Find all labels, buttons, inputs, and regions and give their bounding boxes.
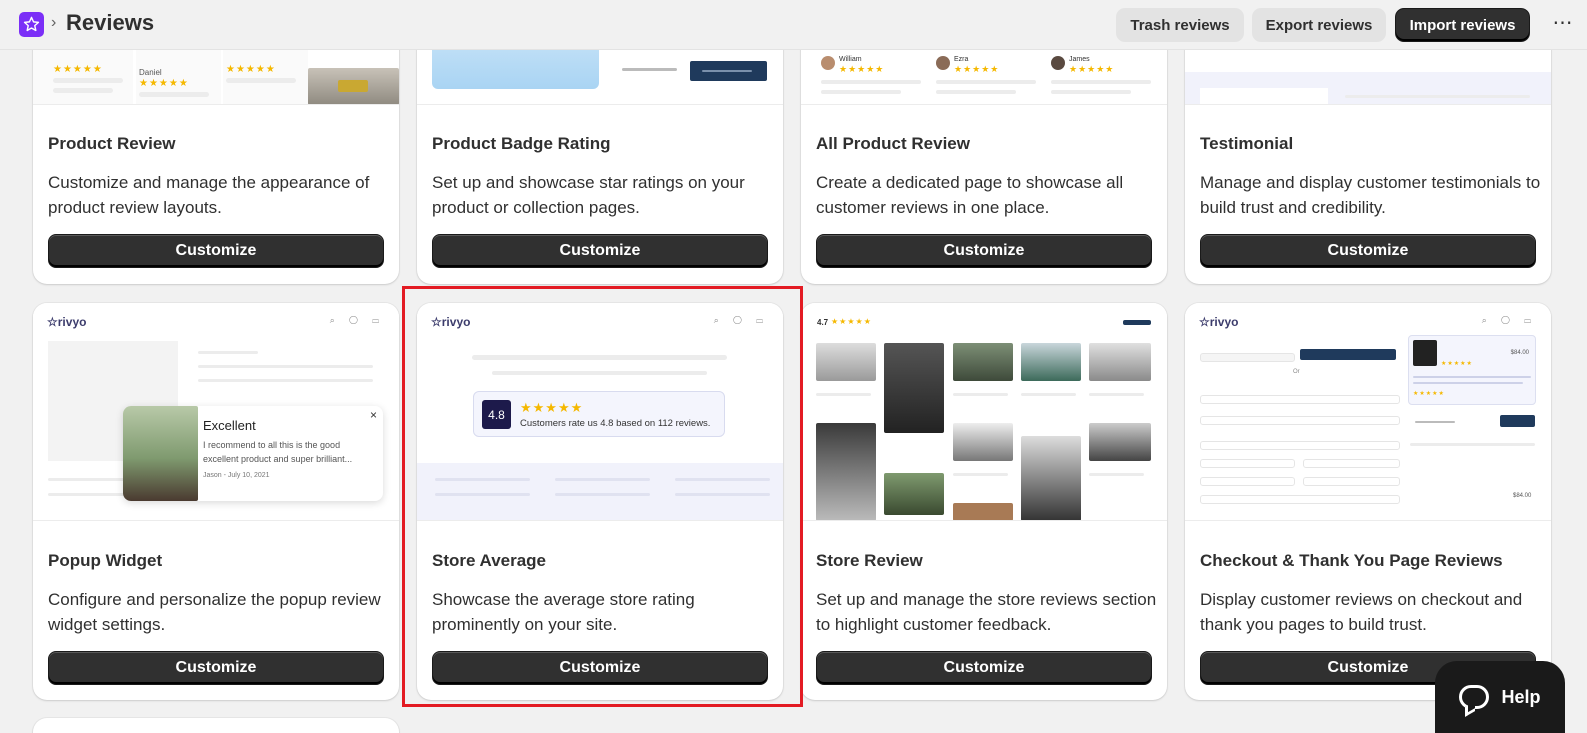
card-title: Product Review [48,134,176,153]
rivyo-logo: ☆rivyo [47,315,87,329]
customize-button[interactable]: Customize [48,234,384,268]
rivyo-logo: ☆rivyo [1199,315,1239,329]
card-next-row [33,718,399,733]
trash-reviews-button[interactable]: Trash reviews [1116,8,1244,42]
more-actions-button[interactable]: ⋯ [1548,10,1578,38]
star-icon[interactable] [19,12,44,37]
customize-button[interactable]: Customize [48,651,384,685]
header-icons: ⌕ ◯ ▭ [1481,315,1537,325]
help-button[interactable]: Help [1435,661,1565,733]
card-store-review: 4.7 ★★★★★ Store Review Set up and manage… [801,303,1167,700]
card-description: Customize and manage the appearance of p… [48,173,370,217]
card-title: All Product Review [816,134,970,153]
export-reviews-button[interactable]: Export reviews [1252,8,1386,42]
chat-bubble-icon [1459,685,1490,709]
store-review-preview: 4.7 ★★★★★ [801,303,1167,521]
card-description: Manage and display customer testimonials… [1200,173,1541,217]
customize-button[interactable]: Customize [1200,234,1536,268]
popup-widget-preview: ☆rivyo ⌕ ◯ ▭ Excellent I recommend to al… [33,303,399,521]
import-reviews-button[interactable]: Import reviews [1395,8,1530,42]
checkout-review-card: $84.00 ★★★★★ ★★★★★ [1408,335,1536,405]
store-average-preview: ☆rivyo ⌕ ◯ ▭ 4.8 ★★★★★ Customers rate us… [417,303,783,521]
card-description: Set up and manage the store reviews sect… [816,590,1157,634]
header-icons: ⌕ ◯ ▭ [713,315,769,325]
card-title: Product Badge Rating [432,134,611,153]
card-description: Showcase the average store rating promin… [432,590,695,634]
customize-button[interactable]: Customize [816,234,1152,268]
card-description: Configure and personalize the popup revi… [48,590,381,634]
card-popup-widget: ☆rivyo ⌕ ◯ ▭ Excellent I recommend to al… [33,303,399,700]
card-title: Checkout & Thank You Page Reviews [1200,551,1503,570]
card-description: Set up and showcase star ratings on your… [432,173,745,217]
checkout-preview: ☆rivyo ⌕ ◯ ▭ Or $84.00 ★★★★★ ★★★★★ $84.0… [1185,303,1551,521]
popup-widget-mockup: Excellent I recommend to all this is the… [123,406,383,501]
card-title: Store Average [432,551,547,570]
page-title: Reviews [66,10,155,35]
customize-button[interactable]: Customize [816,651,1152,685]
card-title: Popup Widget [48,551,163,570]
header-icons: ⌕ ◯ ▭ [329,315,385,325]
card-description: Create a dedicated page to showcase all … [816,173,1124,217]
rivyo-logo: ☆rivyo [431,315,471,329]
breadcrumb-separator: › [51,14,57,31]
card-store-average: ☆rivyo ⌕ ◯ ▭ 4.8 ★★★★★ Customers rate us… [417,303,783,700]
card-title: Store Review [816,551,923,570]
card-description: Display customer reviews on checkout and… [1200,590,1523,634]
card-checkout-thank-you: ☆rivyo ⌕ ◯ ▭ Or $84.00 ★★★★★ ★★★★★ $84.0… [1185,303,1551,700]
customize-button[interactable]: Customize [432,651,768,685]
customize-button[interactable]: Customize [432,234,768,268]
help-label: Help [1501,686,1541,707]
store-average-badge: 4.8 ★★★★★ Customers rate us 4.8 based on… [473,391,725,437]
top-bar: › Reviews Trash reviews Export reviews I… [0,0,1587,50]
card-title: Testimonial [1200,134,1294,153]
